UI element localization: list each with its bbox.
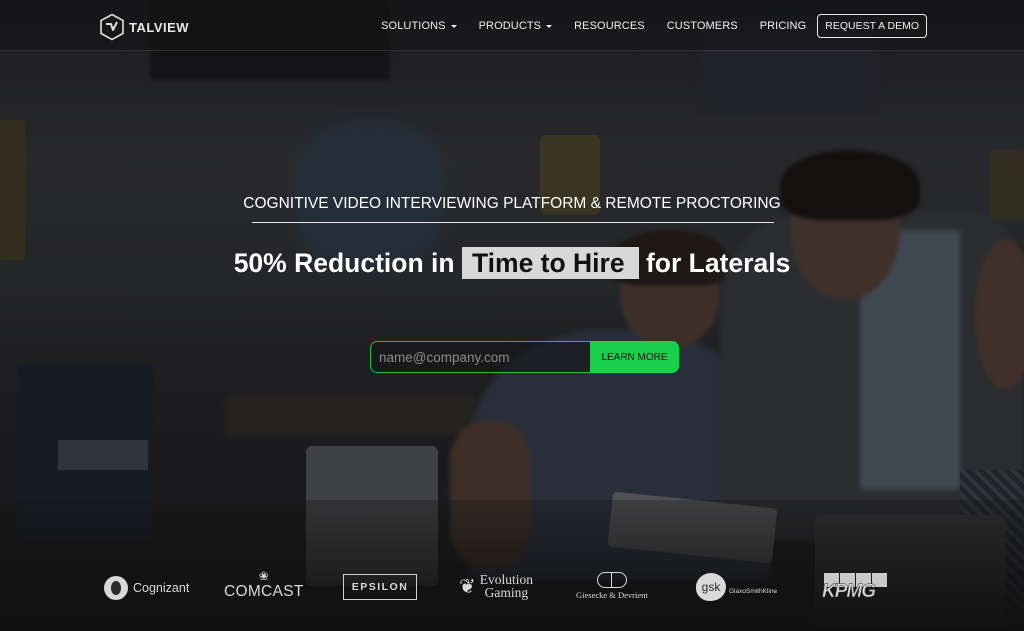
- evolution-gaming-name: Evolution Gaming: [479, 572, 534, 600]
- nav-customers[interactable]: CUSTOMERS: [667, 20, 738, 32]
- nav-products[interactable]: PRODUCTS: [479, 20, 553, 32]
- main-nav: SOLUTIONS PRODUCTS RESOURCES CUSTOMERS P…: [381, 14, 927, 38]
- email-signup-form: LEARN MORE: [370, 341, 679, 373]
- learn-more-button[interactable]: LEARN MORE: [590, 341, 679, 373]
- talview-logo[interactable]: TALVIEW: [99, 13, 189, 41]
- evolution-gaming-logo: ❦ Evolution Gaming: [459, 572, 534, 600]
- talview-hexagon-icon: [100, 13, 124, 41]
- client-logos: Cognizant ❀ COMCAST EPSILON ❦ Evolution …: [0, 568, 1024, 612]
- headline-suffix: for Laterals: [645, 248, 791, 278]
- nav-resources[interactable]: RESOURCES: [574, 20, 645, 32]
- nav-customers-label: CUSTOMERS: [666, 20, 738, 32]
- peacock-icon: ❀: [258, 569, 269, 583]
- nav-pricing[interactable]: PRICING: [760, 20, 807, 32]
- caret-down-icon: [546, 25, 553, 28]
- gd-mark-icon: [596, 572, 627, 588]
- logo-text: TALVIEW: [129, 19, 190, 35]
- nav-solutions[interactable]: SOLUTIONS: [381, 20, 457, 32]
- cognizant-logo: Cognizant: [104, 576, 189, 600]
- hero-headline: 50% Reduction in Time to Hire for Latera…: [0, 247, 1024, 279]
- nav-solutions-label: SOLUTIONS: [381, 20, 446, 32]
- cognizant-name: Cognizant: [133, 581, 190, 595]
- gsk-name: GlaxoSmithKline: [729, 587, 778, 595]
- hero-eyebrow: COGNITIVE VIDEO INTERVIEWING PLATFORM & …: [243, 195, 781, 212]
- kpmg-name: KPMG: [822, 581, 877, 603]
- eyebrow-divider: [252, 222, 774, 223]
- caret-down-icon: [450, 25, 457, 28]
- email-input[interactable]: [370, 341, 590, 373]
- site-header: TALVIEW SOLUTIONS PRODUCTS RESOURCES CUS…: [0, 0, 1024, 51]
- nav-pricing-label: PRICING: [759, 20, 807, 32]
- gsk-mark-icon: gsk: [696, 573, 726, 601]
- epsilon-logo: EPSILON: [343, 574, 417, 600]
- comcast-name: COMCAST: [224, 583, 304, 600]
- headline-highlight: Time to Hire: [461, 247, 639, 279]
- cognizant-mark-icon: [104, 576, 128, 600]
- giesecke-devrient-logo: Giesecke & Devrient: [576, 572, 648, 600]
- kpmg-logo: KPMG: [820, 573, 887, 603]
- gd-name: Giesecke & Devrient: [576, 590, 648, 600]
- nav-resources-label: RESOURCES: [574, 20, 645, 32]
- gsk-logo: gsk GlaxoSmithKline: [696, 573, 777, 601]
- headline-prefix: 50% Reduction in: [233, 248, 455, 278]
- comcast-logo: ❀ COMCAST: [224, 570, 304, 601]
- nav-products-label: PRODUCTS: [478, 20, 542, 32]
- request-demo-button[interactable]: REQUEST A DEMO: [817, 14, 927, 38]
- butterfly-icon: ❦: [459, 575, 476, 598]
- hero-background-image: [0, 0, 1024, 631]
